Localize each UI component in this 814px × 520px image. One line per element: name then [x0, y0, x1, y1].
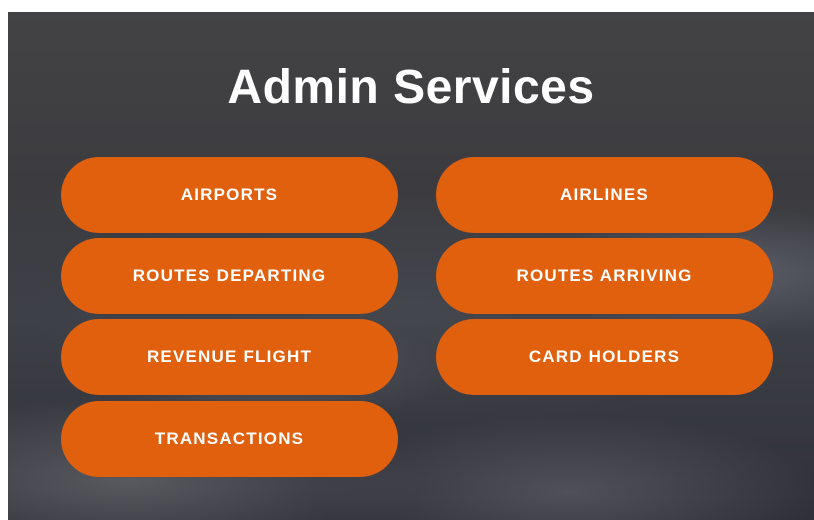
- revenue-flight-button[interactable]: REVENUE FLIGHT: [61, 319, 398, 395]
- routes-departing-button[interactable]: ROUTES DEPARTING: [61, 238, 398, 314]
- page-title: Admin Services: [227, 61, 595, 114]
- transactions-button[interactable]: TRANSACTIONS: [61, 401, 398, 477]
- card-holders-button[interactable]: CARD HOLDERS: [436, 319, 773, 395]
- airports-button[interactable]: AIRPORTS: [61, 157, 398, 233]
- airlines-button[interactable]: AIRLINES: [436, 157, 773, 233]
- routes-arriving-button[interactable]: ROUTES ARRIVING: [436, 238, 773, 314]
- admin-services-panel: Admin Services AIRPORTS AIRLINES ROUTES …: [8, 12, 814, 520]
